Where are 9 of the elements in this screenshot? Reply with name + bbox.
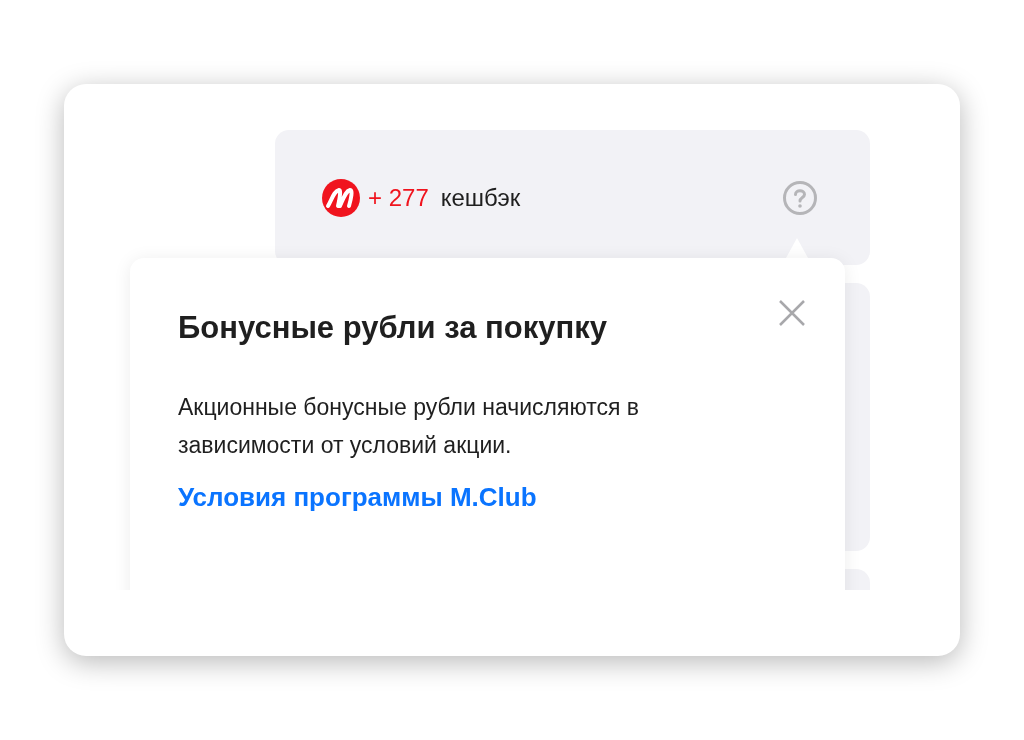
help-icon[interactable] — [782, 179, 818, 216]
cashback-label: кешбэк — [440, 183, 522, 212]
popover-text: Акционные бонусные рубли начисляются в зависимости от условий акции. — [178, 393, 641, 460]
logo-icon — [322, 178, 360, 217]
popover-title: Бонусные рубли за покупку — [178, 310, 608, 346]
close-button[interactable] — [777, 298, 807, 328]
close-icon — [777, 298, 807, 328]
cashback-amount: + 277 — [368, 183, 429, 212]
program-terms-link[interactable]: Условия программы M.Club — [178, 482, 537, 513]
